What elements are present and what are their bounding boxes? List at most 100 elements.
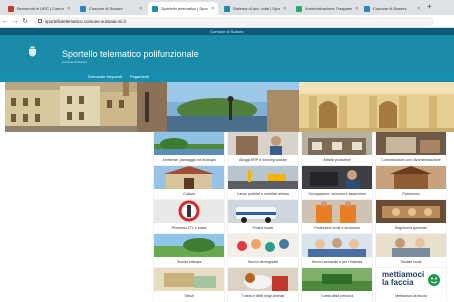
category-card[interactable]: Ragioneria generale	[376, 200, 446, 234]
category-image	[154, 234, 224, 257]
browser-tab[interactable]: Sistema di acc. ridte | Sportello ×	[220, 2, 290, 15]
back-arrow-icon[interactable]: ←	[0, 18, 10, 25]
category-card[interactable]: Servizi demografici	[228, 234, 298, 268]
category-label: Attività produttive	[323, 158, 351, 162]
category-card[interactable]: mettiamoci la faccia Mettiamoci la faccia	[376, 268, 446, 302]
category-image	[302, 200, 372, 223]
category-image	[302, 132, 372, 155]
category-image	[302, 166, 372, 189]
category-image	[376, 166, 446, 189]
category-image	[228, 132, 298, 155]
site-subtitle: Comune di Sussex	[62, 60, 88, 64]
category-image	[228, 166, 298, 189]
category-card[interactable]: Lavori pubblici e mobilità urbana	[228, 166, 298, 200]
favicon-icon	[8, 5, 14, 12]
tab-title: Benvenuti in URC | Comune di	[17, 6, 64, 11]
smiley-icon	[428, 274, 440, 286]
category-image: mettiamoci la faccia	[376, 268, 446, 291]
site-nav: Domande frequenti Pagamenti	[0, 71, 454, 82]
category-card[interactable]: Ambiente, paesaggio ed ecologia	[154, 132, 224, 166]
new-tab-button[interactable]: +	[427, 2, 432, 11]
category-grid: Ambiente, paesaggio ed ecologia Alloggi …	[154, 132, 446, 302]
category-label: Patrimonio	[402, 192, 420, 196]
close-icon[interactable]: ×	[139, 6, 142, 12]
browser-tab[interactable]: Comune di Sussex ×	[76, 2, 146, 15]
category-label: Servizi demografici	[247, 260, 279, 264]
category-label: Mettiamoci la faccia	[395, 294, 427, 298]
tab-title: Amministrazione Trasparente	[305, 6, 353, 11]
lock-icon	[38, 19, 42, 23]
category-card[interactable]: Cultura	[154, 166, 224, 200]
close-icon[interactable]: ×	[67, 6, 70, 12]
hero-image-street	[5, 82, 137, 132]
browser-toolbar: ← → ↻ sportellotelematico.comune.sussaia…	[0, 15, 454, 28]
category-card[interactable]: Comunicazioni con l'Amministrazione	[376, 132, 446, 166]
category-card[interactable]: Attività produttive	[302, 132, 372, 166]
category-label: Ambiente, paesaggio ed ecologia	[162, 158, 216, 162]
hero-image-canal	[137, 82, 299, 132]
category-card[interactable]: Alloggi ERP e housing sociale	[228, 132, 298, 166]
category-image	[302, 234, 372, 257]
close-icon[interactable]: ×	[283, 6, 286, 12]
browser-tab[interactable]: Benvenuti in URC | Comune di ×	[4, 2, 74, 15]
close-icon[interactable]: ×	[355, 6, 358, 12]
category-card[interactable]: Tutela e diritti degli animali	[228, 268, 298, 302]
category-image	[228, 200, 298, 223]
category-card[interactable]: Tributi	[154, 268, 224, 302]
category-image	[154, 166, 224, 189]
hero-image-palace	[299, 82, 454, 132]
category-image	[376, 234, 446, 257]
site-header: Sportello telematico polifunzionale Comu…	[0, 35, 454, 71]
faccia-banner-text: mettiamoci la faccia	[382, 270, 425, 287]
category-label: Servizi scolastici e per l'infanzia	[311, 260, 363, 264]
category-label: Polizia locale	[252, 226, 274, 230]
category-card[interactable]: Protezione civile e sicurezza	[302, 200, 372, 234]
browser-tab-strip: Benvenuti in URC | Comune di × Comune di…	[0, 0, 454, 15]
close-icon[interactable]: ×	[211, 6, 214, 12]
nav-link-payments[interactable]: Pagamenti	[130, 71, 149, 82]
category-card[interactable]: Scuola infanzia	[154, 234, 224, 268]
category-card[interactable]: Occupazione, concorsi e assunzioni	[302, 166, 372, 200]
close-icon[interactable]: ×	[417, 6, 420, 12]
reload-icon[interactable]: ↻	[20, 17, 30, 25]
nav-link-faq[interactable]: Domande frequenti	[88, 71, 122, 82]
category-image	[154, 132, 224, 155]
address-bar[interactable]: sportellotelematico.comune.sussaia.mi.it	[34, 16, 434, 26]
favicon-icon	[224, 5, 230, 12]
municipal-emblem-icon[interactable]	[28, 46, 37, 59]
category-image	[302, 268, 372, 291]
category-label: Cultura	[183, 192, 195, 196]
favicon-icon	[152, 5, 158, 12]
category-label: Alloggi ERP e housing sociale	[239, 158, 287, 162]
browser-tab-active[interactable]: Sportello telematico | Sportello ×	[148, 2, 218, 15]
favicon-icon	[296, 5, 302, 12]
category-card[interactable]: Polizia locale	[228, 200, 298, 234]
category-image	[154, 200, 224, 223]
category-image	[376, 132, 446, 155]
category-label: Sociale locali	[400, 260, 422, 264]
hero-banner	[5, 82, 454, 132]
url-text: sportellotelematico.comune.sussaia.mi.it	[45, 18, 126, 24]
category-image	[154, 268, 224, 291]
category-label: Tutela e diritti degli animali	[241, 294, 285, 298]
browser-tab[interactable]: Amministrazione Trasparente ×	[292, 2, 362, 15]
category-label: Protezione civile e sicurezza	[314, 226, 360, 230]
tab-title: Sportello telematico | Sportello	[161, 6, 208, 11]
site-title[interactable]: Sportello telematico polifunzionale	[62, 49, 199, 59]
forward-arrow-icon[interactable]: →	[10, 18, 20, 25]
category-label: Tutela della persona	[320, 294, 354, 298]
site-topbar-title[interactable]: Comune di Sussex	[0, 28, 454, 35]
category-label: Occupazione, concorsi e assunzioni	[308, 192, 366, 196]
category-card[interactable]: Servizi scolastici e per l'infanzia	[302, 234, 372, 268]
category-label: Ragioneria generale	[394, 226, 428, 230]
category-card[interactable]: Patrimonio	[376, 166, 446, 200]
category-image	[376, 200, 446, 223]
category-card[interactable]: Sociale locali	[376, 234, 446, 268]
category-card[interactable]: Tutela della persona	[302, 268, 372, 302]
browser-tab[interactable]: Comune di Sussex ×	[360, 2, 424, 15]
category-label: Permessi ZTL e sosta	[171, 226, 207, 230]
category-image	[228, 268, 298, 291]
category-card[interactable]: Permessi ZTL e sosta	[154, 200, 224, 234]
favicon-icon	[80, 5, 86, 12]
category-label: Comunicazioni con l'Amministrazione	[381, 158, 441, 162]
